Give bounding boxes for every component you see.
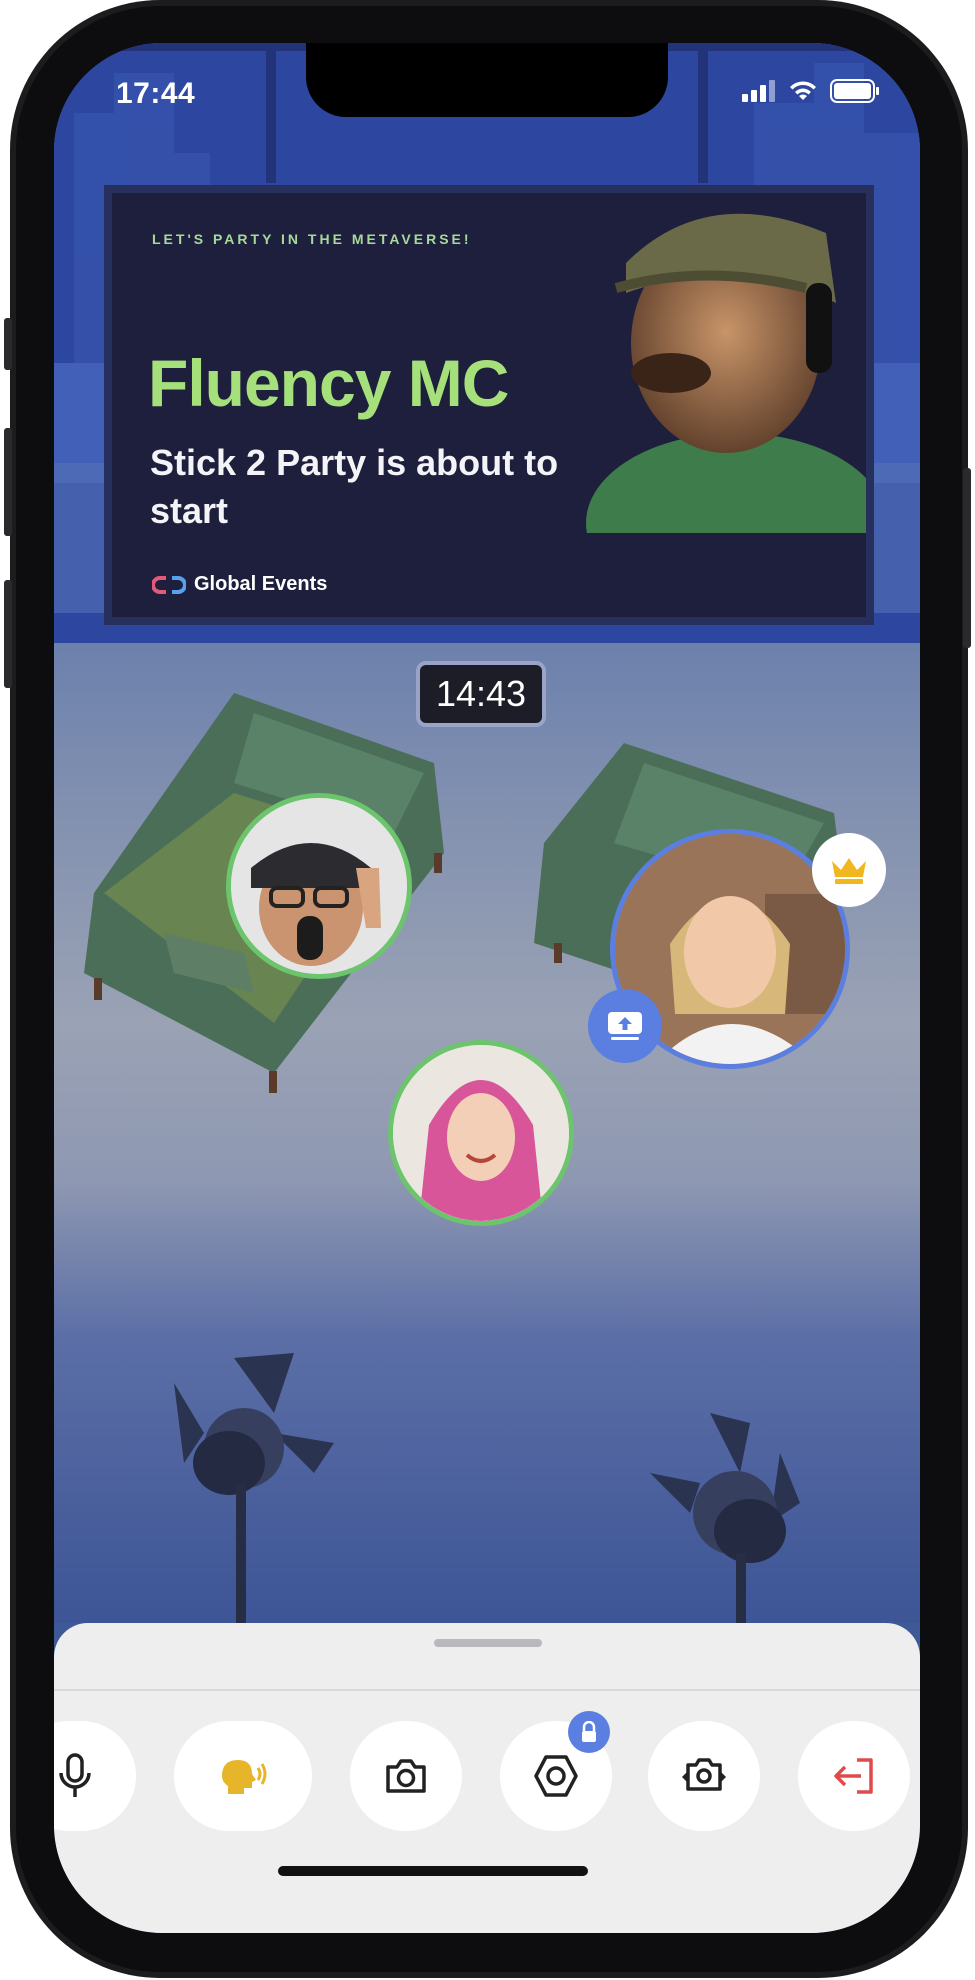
hexagon-settings-icon (534, 1755, 578, 1797)
camera-icon (386, 1759, 426, 1793)
camera-notch (306, 43, 668, 117)
speak-button[interactable] (174, 1721, 312, 1831)
flip-camera-icon (682, 1758, 726, 1791)
screen-share-icon (608, 1012, 642, 1040)
toolbar-divider (54, 1689, 920, 1691)
banner-title: Fluency MC (148, 346, 509, 420)
party-room-scene: 17:44 LET'S PARTY IN THE METAVERSE! Flue (54, 43, 920, 1693)
speaking-head-icon (222, 1760, 267, 1794)
status-icons (742, 79, 880, 103)
flip-camera-button[interactable] (648, 1721, 760, 1831)
app-screen: 17:44 LET'S PARTY IN THE METAVERSE! Flue (54, 43, 920, 1933)
home-indicator[interactable] (278, 1866, 588, 1876)
crown-icon (832, 858, 866, 884)
leave-icon (834, 1758, 873, 1794)
battery-icon (830, 79, 879, 103)
banner-brand-label: Global Events (194, 573, 328, 595)
banner-tagline: LET'S PARTY IN THE METAVERSE! (152, 231, 472, 247)
bottom-toolbar (54, 1623, 920, 1933)
lock-icon (582, 1721, 596, 1742)
participant-avatar-pink-hair[interactable] (388, 1040, 574, 1226)
screen-share-badge[interactable] (588, 989, 662, 1063)
banner-brand: Global Events (152, 573, 327, 596)
leave-button[interactable] (798, 1721, 910, 1831)
participant-avatar-host[interactable] (226, 793, 412, 979)
volume-up-button (4, 428, 12, 536)
camera-button[interactable] (350, 1721, 462, 1831)
wifi-icon (790, 81, 816, 100)
mic-button[interactable] (54, 1721, 136, 1831)
participant-photo (393, 1045, 569, 1221)
power-button (963, 468, 971, 648)
event-banner[interactable]: LET'S PARTY IN THE METAVERSE! Fluency MC… (104, 185, 874, 625)
cellular-signal-icon (742, 80, 775, 102)
global-events-logo-icon (152, 575, 186, 594)
drag-handle[interactable] (434, 1639, 542, 1647)
locked-badge (568, 1711, 610, 1753)
mute-switch (4, 318, 12, 370)
volume-down-button (4, 580, 12, 688)
performer-photo (586, 193, 866, 533)
participant-photo (231, 798, 407, 974)
spotlight-left (174, 1353, 334, 1643)
microphone-icon (59, 1753, 91, 1797)
status-time: 17:44 (116, 77, 196, 110)
host-crown-badge (812, 833, 886, 907)
banner-subtitle: Stick 2 Party is about to start (150, 442, 559, 531)
